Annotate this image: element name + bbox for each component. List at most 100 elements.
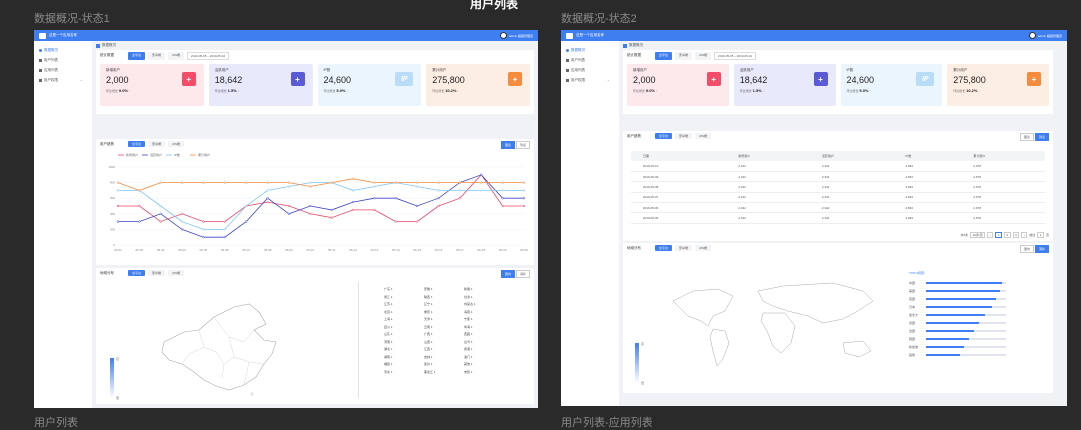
stat-foot-label: 环比增长 (432, 89, 445, 93)
app-logo[interactable]: 这是一个应用名称 (566, 32, 604, 39)
user-add-icon: + (181, 72, 196, 86)
data-point (373, 185, 376, 188)
tab-ios[interactable]: iOS端 (168, 270, 185, 276)
x-tick-label: 05-10 (306, 248, 314, 252)
sidebar-item-permissions[interactable]: 用户权限 ⌄ (34, 75, 92, 85)
table-cell: 2,978 (973, 205, 981, 210)
page-size-select[interactable]: 10条/页 (970, 232, 986, 238)
x-tick-label: 05-08 (264, 248, 272, 252)
arrow-up-icon: ↑ (869, 89, 871, 93)
dashboard-icon (39, 48, 42, 52)
toggle-list[interactable]: 列表 (1034, 133, 1049, 141)
tab-android[interactable]: 安卓端 (675, 133, 693, 139)
page-button[interactable]: 3 (1012, 232, 1020, 238)
sidebar-item-overview[interactable]: 数据概况 (561, 45, 619, 55)
arrow-up-icon: ↑ (128, 89, 131, 93)
tab-ios[interactable]: iOS端 (695, 52, 712, 60)
tab-android[interactable]: 安卓端 (148, 270, 166, 276)
country-bar-track (926, 338, 1006, 340)
toggle-overseas[interactable]: 海外 (515, 270, 530, 278)
data-point (437, 181, 440, 184)
page-button[interactable]: 2 (1003, 232, 1011, 238)
toggle-domestic[interactable]: 国内 (1019, 245, 1034, 253)
data-point (458, 197, 462, 200)
user-menu[interactable]: admin 超级管理员 (499, 32, 533, 39)
tab-ios[interactable]: iOS端 (168, 141, 185, 147)
tab-all[interactable]: 全平台 (128, 141, 146, 147)
country-bar-row: 中国 (909, 279, 1006, 287)
series-line (117, 178, 524, 191)
region-item: 江苏 1 (384, 302, 393, 306)
sidebar-item-label: 用户列表 (44, 57, 58, 62)
tab-all[interactable]: 全平台 (655, 133, 673, 139)
country-bar-row: 新加坡 (909, 343, 1006, 351)
tab-ios[interactable]: iOS端 (168, 52, 185, 60)
toggle-chart[interactable]: 图表 (1019, 133, 1034, 141)
data-point (180, 181, 184, 184)
column-header[interactable]: 新增用户 (726, 151, 810, 161)
date-range-picker[interactable]: 2019-05-05 ~ 2019-05-10 (187, 52, 230, 60)
country-bar-track (926, 330, 1006, 332)
prev-page-icon[interactable]: ‹ (987, 232, 994, 238)
data-point (330, 181, 333, 184)
tab-android[interactable]: 安卓端 (148, 141, 166, 147)
tab-all[interactable]: 全平台 (655, 52, 673, 60)
toggle-list[interactable]: 列表 (515, 141, 530, 149)
region-item: 安徽 1 (424, 287, 433, 291)
region-item: 海南 1 (464, 309, 473, 314)
tab-all[interactable]: 全平台 (655, 245, 673, 251)
data-point (287, 204, 291, 208)
page-button[interactable]: 1 (995, 232, 1002, 238)
table-cell: 2,978 (973, 174, 981, 179)
data-point (159, 181, 162, 184)
toggle-chart[interactable]: 图表 (500, 141, 515, 149)
data-point (480, 189, 483, 192)
sidebar-item-users[interactable]: 用户列表 (561, 55, 619, 65)
region-item: 辽宁 1 (424, 302, 433, 306)
column-header[interactable]: 日期 (631, 151, 726, 161)
column-header[interactable]: 累计用户 (961, 151, 1045, 161)
arrow-down-icon: ↓ (762, 89, 765, 93)
tab-android[interactable]: 安卓端 (148, 52, 166, 60)
sidebar-item-users[interactable]: 用户列表 (34, 55, 92, 65)
tab-android[interactable]: 安卓端 (675, 52, 693, 60)
stat-footer: 环比增长 10.2% ↑ (432, 88, 524, 93)
table-cell: 2,978 (973, 164, 981, 169)
country-label: 美国 (909, 289, 916, 293)
sidebar-item-apps[interactable]: 应用列表 (561, 65, 619, 75)
data-point (416, 220, 419, 223)
tab-android[interactable]: 安卓端 (675, 245, 693, 251)
sidebar-item-permissions[interactable]: 用户权限 ⌄ (561, 75, 619, 85)
data-point (501, 204, 504, 208)
next-page-icon[interactable]: › (1021, 232, 1028, 238)
data-point (330, 216, 333, 219)
y-tick-label: 400 (110, 212, 115, 216)
tab-ios[interactable]: iOS端 (695, 245, 712, 251)
toggle-overseas[interactable]: 海外 (1034, 245, 1049, 253)
column-header[interactable]: IP数 (893, 151, 961, 161)
x-tick-label: 05-16 (435, 248, 443, 252)
table-row: 2019-05-07 2,342 2,342 4,894 2,978 (631, 192, 1045, 203)
user-menu[interactable]: admin 超级管理员 (1028, 32, 1062, 39)
artboard-status1: 这是一个应用名称 admin 超级管理员 数据概况 用户列表 应用列表 用户权限… (34, 30, 538, 408)
table-cell: 2,342 (821, 205, 830, 210)
stat-card-ip: IP数 24,600 环比增长 5.0% ↑ IP (840, 64, 943, 106)
stat-card-active-users: 活跃用户 18,642 环比增长 1.5% ↓ + (208, 64, 313, 106)
arrow-up-icon: ↑ (655, 89, 658, 93)
tab-all[interactable]: 全平台 (128, 270, 146, 276)
tab-ios[interactable]: iOS端 (695, 133, 712, 139)
column-header[interactable]: 活跃用户 (810, 151, 894, 161)
pager-goto-input[interactable]: 1 (1037, 232, 1044, 238)
date-range-picker[interactable]: 2019-05-05 ~ 2019-05-10 (714, 52, 757, 60)
app-logo[interactable]: 这是一个应用名称 (39, 32, 77, 39)
australia-shape (842, 340, 872, 358)
x-tick-label: 05-03 (157, 248, 165, 252)
toggle-domestic[interactable]: 国内 (500, 270, 515, 278)
tab-all[interactable]: 全平台 (128, 52, 146, 60)
user-add-icon: + (706, 72, 721, 86)
sidebar-item-apps[interactable]: 应用列表 (34, 65, 92, 75)
sidebar: 数据概况 用户列表 应用列表 用户权限 ⌄ (561, 41, 619, 406)
data-point (373, 181, 376, 184)
data-point (437, 204, 440, 208)
sidebar-item-overview[interactable]: 数据概况 (34, 45, 92, 55)
